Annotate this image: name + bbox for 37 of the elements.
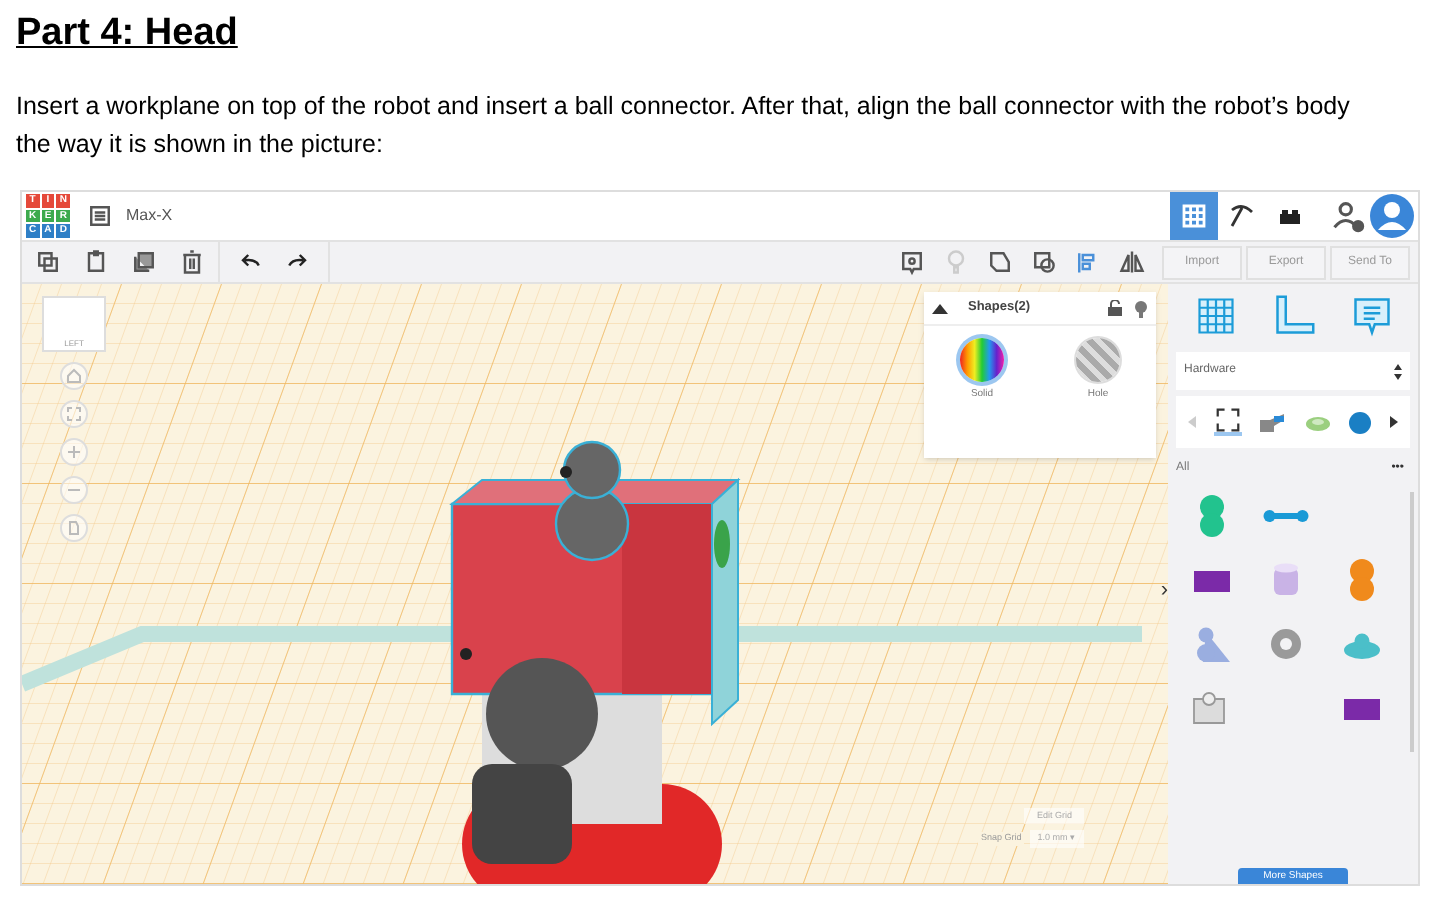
scrollbar-thumb[interactable]: [1410, 492, 1414, 752]
lock-icon[interactable]: [1108, 300, 1122, 316]
paste-icon[interactable]: [82, 248, 110, 276]
chevron-right-icon[interactable]: [1389, 416, 1398, 428]
up-down-arrows-icon[interactable]: [1394, 363, 1402, 379]
trash-icon[interactable]: [178, 248, 206, 276]
page-icon[interactable]: [66, 520, 82, 536]
light-bulb-icon[interactable]: [1134, 299, 1148, 317]
grid-icon[interactable]: [1178, 200, 1210, 232]
menu-icon[interactable]: [86, 202, 114, 230]
copy-icon[interactable]: [34, 248, 62, 276]
pickaxe-icon[interactable]: [1226, 200, 1258, 232]
project-name[interactable]: Max-X: [126, 204, 173, 228]
shape-outline-icon[interactable]: [986, 248, 1014, 276]
workplane-icon[interactable]: [1193, 294, 1237, 338]
mirror-icon[interactable]: [1118, 248, 1146, 276]
section-heading: Part 4: Head: [16, 10, 240, 58]
tray-part-icon[interactable]: [1303, 412, 1332, 432]
frame-icon[interactable]: [1213, 408, 1242, 436]
ruler-icon[interactable]: [1271, 294, 1315, 338]
zoom-out-button[interactable]: [60, 476, 88, 504]
home-icon[interactable]: [66, 368, 82, 384]
fit-view-button[interactable]: [60, 400, 88, 428]
duplicate-icon[interactable]: [130, 248, 158, 276]
collapse-icon[interactable]: [932, 302, 948, 314]
avatar-icon[interactable]: [1370, 194, 1414, 238]
plus-icon[interactable]: [66, 444, 82, 460]
group-icon[interactable]: [1030, 248, 1058, 276]
user-add-icon[interactable]: [1330, 198, 1366, 234]
perspective-button[interactable]: [60, 514, 88, 542]
home-view-button[interactable]: [60, 362, 88, 390]
knob-part-icon[interactable]: [1348, 409, 1373, 435]
zoom-in-button[interactable]: [60, 438, 88, 466]
note-icon[interactable]: [1349, 294, 1393, 338]
instruction-text: Insert a workplane on top of the robot and insert a ball connector. After that, align the ball connector with the robot’s body the way it is shown in the picture:: [16, 90, 1352, 162]
panel-toggle-arrow[interactable]: ›: [1160, 574, 1168, 607]
bracket-part-icon[interactable]: [1258, 410, 1287, 434]
